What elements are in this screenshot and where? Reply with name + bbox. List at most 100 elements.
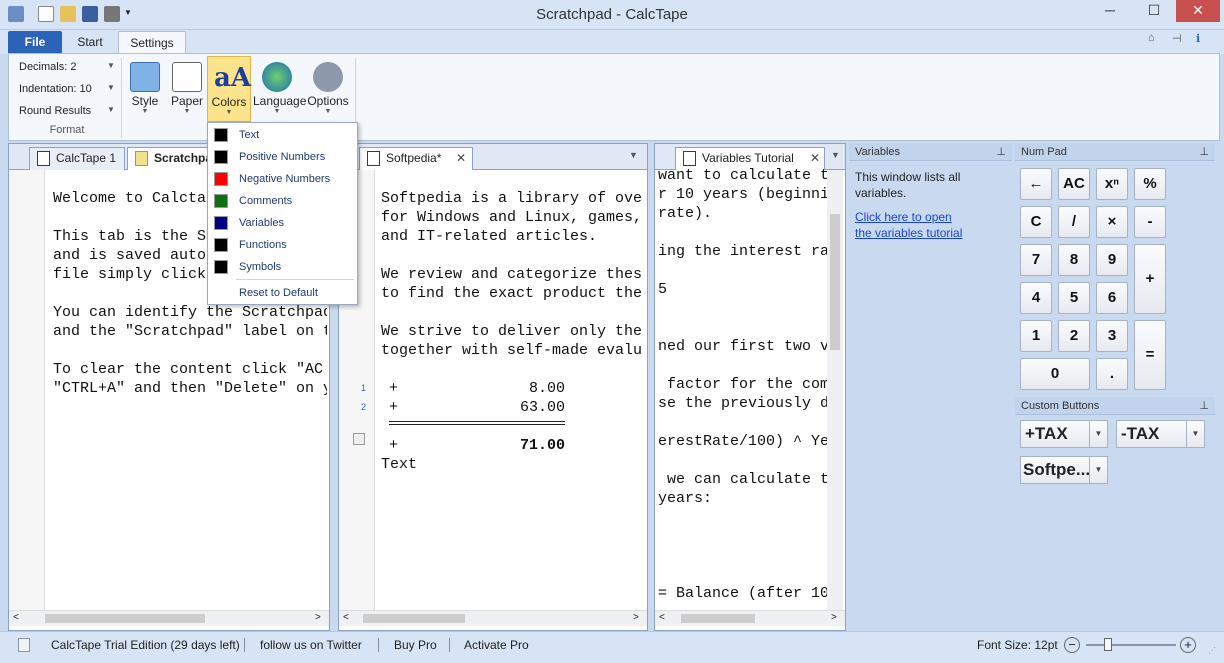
round-results-dropdown[interactable]: Round Results ▼ <box>19 105 115 117</box>
color-menu-item[interactable]: Negative Numbers <box>208 168 357 190</box>
text-line: You can identify the Scratchpad <box>53 304 327 321</box>
tutorial-link[interactable]: Click here to open <box>855 210 952 224</box>
buy-pro-link[interactable]: Buy Pro <box>394 638 437 652</box>
text-line: To clear the content click "AC <box>53 361 324 378</box>
color-menu-item[interactable]: Functions <box>208 234 357 256</box>
options-button[interactable]: Options ▼ <box>305 56 351 122</box>
backspace-key[interactable]: ← <box>1020 168 1052 200</box>
color-swatch <box>214 128 228 142</box>
chevron-down-icon[interactable]: ▼ <box>1089 457 1107 483</box>
scroll-thumb[interactable] <box>45 614 205 623</box>
text-line: se the previously d <box>658 395 828 412</box>
tab-label: CalcTape 1 <box>56 151 117 165</box>
tab-start[interactable]: Start <box>66 31 114 54</box>
num-pad-panel: Num Pad ⊥ ← AC xⁿ % C / × - 7 8 9 + 4 5 6… <box>1015 143 1215 631</box>
style-button[interactable]: Style ▼ <box>123 56 167 122</box>
key-2[interactable]: 2 <box>1058 320 1090 352</box>
percent-key[interactable]: % <box>1134 168 1166 200</box>
horizontal-scrollbar[interactable]: < > <box>655 610 845 626</box>
ribbon-collapse-icon[interactable]: ⌂ <box>1148 32 1155 44</box>
pin-icon[interactable]: ⊣ <box>1172 32 1182 45</box>
zoom-in-button[interactable]: + <box>1180 637 1196 653</box>
scroll-thumb[interactable] <box>681 614 755 623</box>
slider-thumb[interactable] <box>1104 638 1112 651</box>
key-7[interactable]: 7 <box>1020 244 1052 276</box>
text-line: Softpedia is a library of ove <box>381 190 643 207</box>
variables-tutorial-text[interactable]: want to calculate t r 10 years (beginni ra… <box>658 166 828 606</box>
color-menu-item[interactable]: Positive Numbers <box>208 146 357 168</box>
plus-key[interactable]: + <box>1134 244 1166 314</box>
num-pad-header: Num Pad ⊥ <box>1015 143 1215 161</box>
zoom-out-button[interactable]: − <box>1064 637 1080 653</box>
key-3[interactable]: 3 <box>1096 320 1128 352</box>
color-menu-item[interactable]: Variables <box>208 212 357 234</box>
text-line: factor for the com <box>658 376 828 393</box>
help-icon[interactable]: ℹ <box>1196 32 1200 45</box>
softpedia-custom-button[interactable]: Softpe... ▼ <box>1020 456 1108 484</box>
vertical-scrollbar[interactable] <box>827 170 843 610</box>
indentation-dropdown[interactable]: Indentation: 10 ▼ <box>19 83 115 95</box>
twitter-link[interactable]: follow us on Twitter <box>260 638 362 652</box>
tab-calctape-1[interactable]: CalcTape 1 <box>29 147 125 170</box>
copy-icon[interactable] <box>353 433 365 445</box>
close-button[interactable]: ✕ <box>1176 0 1220 22</box>
tutorial-link[interactable]: the variables tutorial <box>855 226 962 240</box>
key-0[interactable]: 0 <box>1020 358 1090 390</box>
key-9[interactable]: 9 <box>1096 244 1128 276</box>
color-menu-item[interactable]: Symbols <box>208 256 357 278</box>
close-tab-icon[interactable]: ✕ <box>456 148 466 169</box>
horizontal-scrollbar[interactable]: < > <box>9 610 329 626</box>
clear-key[interactable]: C <box>1020 206 1052 238</box>
key-5[interactable]: 5 <box>1058 282 1090 314</box>
minimize-button[interactable]: ─ <box>1088 0 1132 22</box>
tab-settings[interactable]: Settings <box>118 31 186 54</box>
scroll-thumb[interactable] <box>363 614 465 623</box>
key-4[interactable]: 4 <box>1020 282 1052 314</box>
key-6[interactable]: 6 <box>1096 282 1128 314</box>
trailing-text: Text <box>381 456 418 473</box>
resize-grip-icon[interactable]: ⋰ <box>1208 646 1216 655</box>
color-menu-item[interactable]: Comments <box>208 190 357 212</box>
button-label: Softpe... <box>1023 460 1091 479</box>
tab-softpedia[interactable]: Softpedia* ✕ <box>359 147 473 170</box>
key-8[interactable]: 8 <box>1058 244 1090 276</box>
activate-pro-link[interactable]: Activate Pro <box>464 638 529 652</box>
colors-button[interactable]: aA Colors ▼ <box>207 56 251 122</box>
document-icon <box>18 638 30 652</box>
paper-button[interactable]: Paper ▼ <box>165 56 209 122</box>
key-1[interactable]: 1 <box>1020 320 1052 352</box>
equals-key[interactable]: = <box>1134 320 1166 390</box>
power-key[interactable]: xⁿ <box>1096 168 1128 200</box>
color-swatch <box>214 172 228 186</box>
language-button[interactable]: Language ▼ <box>253 56 306 122</box>
softpedia-text[interactable]: Softpedia is a library of ove for Windows… <box>381 189 643 589</box>
decimal-point-key[interactable]: . <box>1096 358 1128 390</box>
pin-icon[interactable]: ⊥ <box>1199 143 1209 161</box>
font-size-slider[interactable] <box>1086 644 1176 646</box>
multiply-key[interactable]: × <box>1096 206 1128 238</box>
divide-key[interactable]: / <box>1058 206 1090 238</box>
pin-icon[interactable]: ⊥ <box>1199 397 1209 415</box>
chevron-down-icon[interactable]: ▼ <box>1186 421 1204 447</box>
scroll-thumb[interactable] <box>830 214 840 350</box>
maximize-button[interactable]: ☐ <box>1132 0 1176 22</box>
plus-tax-button[interactable]: +TAX ▼ <box>1020 420 1108 448</box>
pin-icon[interactable]: ⊥ <box>996 143 1006 161</box>
horizontal-scrollbar[interactable]: < > <box>339 610 647 626</box>
minus-tax-button[interactable]: -TAX ▼ <box>1116 420 1205 448</box>
minus-key[interactable]: - <box>1134 206 1166 238</box>
text-line: ing the interest ra <box>658 243 828 260</box>
reset-to-default-item[interactable]: Reset to Default <box>208 282 357 304</box>
color-menu-item[interactable]: Text <box>208 124 357 146</box>
all-clear-key[interactable]: AC <box>1058 168 1090 200</box>
chevron-down-icon[interactable]: ▼ <box>1089 421 1107 447</box>
tab-list-dropdown-icon[interactable]: ▼ <box>629 150 638 160</box>
style-label: Style <box>131 94 159 108</box>
tab-file[interactable]: File <box>8 31 62 54</box>
decimals-dropdown[interactable]: Decimals: 2 ▼ <box>19 61 115 73</box>
tab-list-dropdown-icon[interactable]: ▼ <box>831 150 840 160</box>
button-label: -TAX <box>1121 424 1160 443</box>
text-line: and the "Scratchpad" label on t <box>53 323 327 340</box>
color-swatch <box>214 238 228 252</box>
line-number: 1 <box>361 383 367 393</box>
